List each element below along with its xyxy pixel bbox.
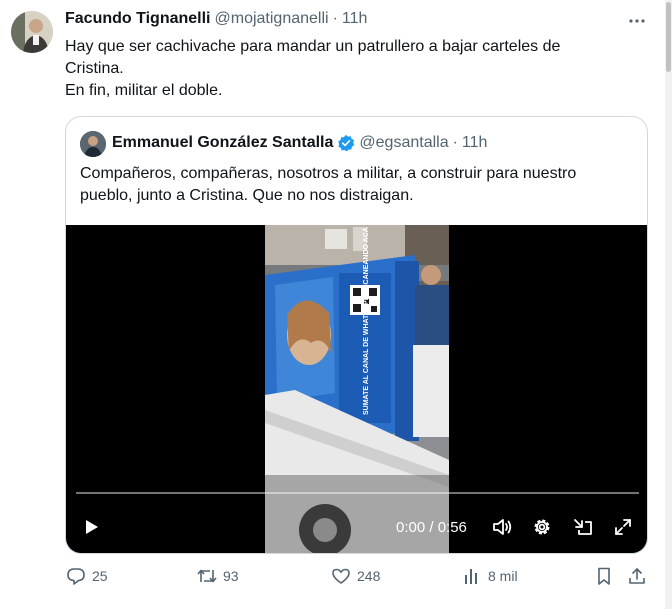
retweet-count: 93	[223, 568, 239, 584]
author-handle[interactable]: @mojatignanelli	[215, 10, 329, 28]
tweet-text-line: Cristina.	[65, 60, 124, 77]
quoted-tweet[interactable]: Emmanuel González Santalla @egsantalla ·…	[65, 116, 648, 554]
retweet-icon	[196, 565, 218, 587]
quote-header: Emmanuel González Santalla @egsantalla ·…	[112, 134, 487, 152]
tweet: Facundo Tignanelli @mojatignanelli · 11h…	[0, 0, 665, 609]
quote-text: Compañeros, compañeras, nosotros a milit…	[80, 163, 635, 207]
like-count: 248	[357, 568, 381, 584]
bookmark-icon	[593, 565, 615, 587]
video-frame: SUMATE AL CANAL DE WHATSAPP ESCANEANDO A…	[265, 225, 449, 553]
verified-badge-icon	[337, 134, 355, 152]
tweet-time[interactable]: 11h	[342, 10, 368, 28]
volume-icon	[493, 519, 512, 535]
reply-button[interactable]: 25	[65, 565, 108, 587]
video-controls: 0:00 / 0:56	[66, 510, 647, 544]
play-icon	[86, 520, 98, 534]
tweet-actions: 25 93 248 8 mil	[0, 565, 665, 591]
view-count: 8 mil	[488, 568, 518, 584]
video-player[interactable]: SUMATE AL CANAL DE WHATSAPP ESCANEANDO A…	[66, 225, 647, 553]
settings-button[interactable]	[529, 514, 555, 540]
quote-text-line: Compañeros, compañeras, nosotros a milit…	[80, 165, 577, 182]
views-button[interactable]: 8 mil	[461, 565, 518, 587]
more-options-button[interactable]	[626, 10, 648, 32]
avatar[interactable]	[11, 11, 53, 53]
reply-icon	[65, 565, 87, 587]
tweet-text-line: Hay que ser cachivache para mandar un pa…	[65, 38, 561, 55]
separator-dot: ·	[452, 134, 458, 151]
bookmark-button[interactable]	[593, 565, 615, 587]
analytics-icon	[461, 565, 483, 587]
share-icon	[626, 565, 648, 587]
quote-author-name[interactable]: Emmanuel González Santalla	[112, 134, 333, 152]
scrollbar[interactable]	[665, 0, 672, 609]
like-button[interactable]: 248	[330, 565, 380, 587]
video-progress-bar[interactable]	[76, 492, 639, 494]
tweet-header: Facundo Tignanelli @mojatignanelli · 11h	[65, 10, 367, 28]
sign-text: SUMATE AL CANAL DE WHATSAPP ESCANEANDO A…	[361, 227, 370, 415]
separator-dot: ·	[332, 10, 338, 27]
more-icon	[629, 19, 645, 23]
picture-in-picture-button[interactable]	[570, 514, 596, 540]
heart-icon	[330, 565, 352, 587]
quote-text-line: pueblo, junto a Cristina. Que no nos dis…	[80, 187, 414, 204]
video-time-display: 0:00 / 0:56	[396, 519, 467, 536]
play-button[interactable]	[78, 514, 104, 540]
tweet-text: Hay que ser cachivache para mandar un pa…	[65, 36, 635, 102]
reply-count: 25	[92, 568, 108, 584]
share-button[interactable]	[626, 565, 648, 587]
author-name[interactable]: Facundo Tignanelli	[65, 10, 211, 28]
fullscreen-button[interactable]	[610, 514, 636, 540]
quote-avatar[interactable]	[80, 131, 106, 157]
quote-time[interactable]: 11h	[462, 134, 488, 152]
gear-icon	[534, 519, 550, 535]
tweet-text-line: En fin, militar el doble.	[65, 82, 223, 99]
quote-author-handle[interactable]: @egsantalla	[359, 134, 448, 152]
fullscreen-icon	[615, 519, 631, 535]
volume-button[interactable]	[489, 514, 515, 540]
retweet-button[interactable]: 93	[196, 565, 239, 587]
scrollbar-thumb[interactable]	[666, 2, 671, 72]
picture-in-picture-icon	[574, 519, 592, 535]
